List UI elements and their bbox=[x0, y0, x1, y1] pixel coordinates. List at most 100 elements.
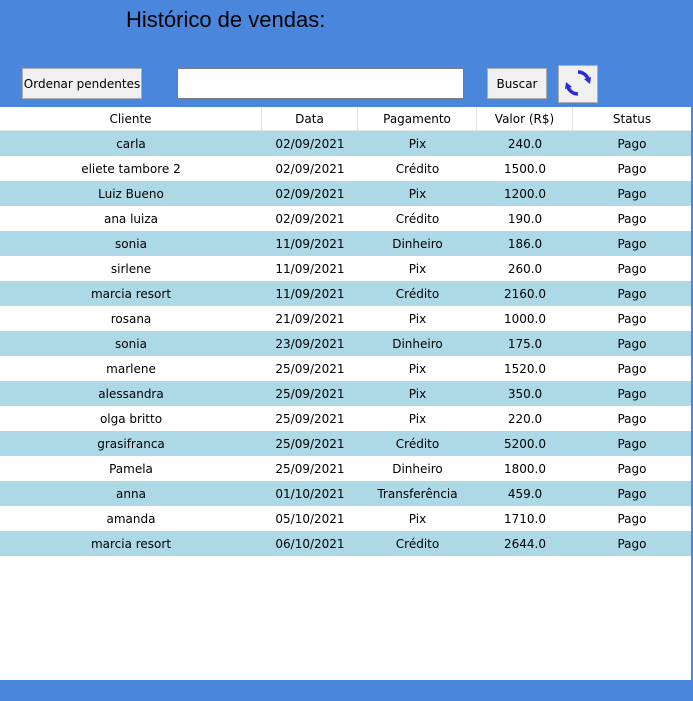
refresh-icon bbox=[563, 68, 593, 101]
cell-data: 02/09/2021 bbox=[275, 136, 345, 151]
table-row[interactable]: carla 02/09/2021 Pix 240.0 Pago bbox=[0, 131, 691, 156]
table-row[interactable]: anna 01/10/2021 Transferência 459.0 Pago bbox=[0, 481, 691, 506]
cell-cliente: Pamela bbox=[109, 461, 153, 476]
column-header-data[interactable]: Data bbox=[262, 107, 358, 130]
cell-cliente: rosana bbox=[110, 311, 152, 326]
cell-valor: 220.0 bbox=[507, 411, 543, 426]
cell-pagamento: Pix bbox=[408, 411, 427, 426]
cell-valor: 2160.0 bbox=[504, 286, 546, 301]
cell-status: Pago bbox=[617, 511, 647, 526]
cell-data: 05/10/2021 bbox=[275, 511, 345, 526]
cell-cliente: olga britto bbox=[99, 411, 163, 426]
column-header-status[interactable]: Status bbox=[573, 107, 691, 130]
table-row[interactable]: olga britto 25/09/2021 Pix 220.0 Pago bbox=[0, 406, 691, 431]
cell-cliente: sonia bbox=[115, 236, 147, 251]
cell-data: 11/09/2021 bbox=[275, 286, 345, 301]
search-button[interactable]: Buscar bbox=[487, 68, 547, 99]
cell-data: 02/09/2021 bbox=[275, 186, 345, 201]
cell-cliente: alessandra bbox=[98, 386, 164, 401]
table-row[interactable]: sonia 11/09/2021 Dinheiro 186.0 Pago bbox=[0, 231, 691, 256]
table-row[interactable]: ana luiza 02/09/2021 Crédito 190.0 Pago bbox=[0, 206, 691, 231]
cell-valor: 459.0 bbox=[507, 486, 543, 501]
column-header-pagamento[interactable]: Pagamento bbox=[358, 107, 477, 130]
cell-cliente: sirlene bbox=[110, 261, 152, 276]
cell-valor: 1200.0 bbox=[504, 186, 546, 201]
cell-status: Pago bbox=[617, 161, 647, 176]
cell-status: Pago bbox=[617, 336, 647, 351]
table-row[interactable]: sirlene 11/09/2021 Pix 260.0 Pago bbox=[0, 256, 691, 281]
cell-data: 21/09/2021 bbox=[275, 311, 345, 326]
cell-valor: 1520.0 bbox=[504, 361, 546, 376]
cell-valor: 240.0 bbox=[507, 136, 543, 151]
cell-status: Pago bbox=[617, 311, 647, 326]
sales-table: Cliente Data Pagamento Valor (R$) Status… bbox=[0, 107, 691, 680]
cell-pagamento: Crédito bbox=[395, 286, 440, 301]
cell-data: 23/09/2021 bbox=[275, 336, 345, 351]
cell-data: 11/09/2021 bbox=[275, 236, 345, 251]
cell-valor: 1000.0 bbox=[504, 311, 546, 326]
cell-status: Pago bbox=[617, 461, 647, 476]
cell-pagamento: Pix bbox=[408, 386, 427, 401]
cell-cliente: Luiz Bueno bbox=[98, 186, 164, 201]
table-row[interactable]: marcia resort 06/10/2021 Crédito 2644.0 Pago bbox=[0, 531, 691, 556]
table-row[interactable]: Luiz Bueno 02/09/2021 Pix 1200.0 Pago bbox=[0, 181, 691, 206]
cell-pagamento: Pix bbox=[408, 186, 427, 201]
cell-valor: 1710.0 bbox=[504, 511, 546, 526]
cell-data: 25/09/2021 bbox=[275, 361, 345, 376]
cell-pagamento: Pix bbox=[408, 511, 427, 526]
table-header: Cliente Data Pagamento Valor (R$) Status bbox=[0, 107, 691, 131]
cell-valor: 1800.0 bbox=[504, 461, 546, 476]
cell-cliente: marlene bbox=[106, 361, 156, 376]
cell-cliente: marcia resort bbox=[90, 286, 172, 301]
table-row[interactable]: marlene 25/09/2021 Pix 1520.0 Pago bbox=[0, 356, 691, 381]
sort-pending-button[interactable]: Ordenar pendentes bbox=[22, 68, 142, 99]
table-row[interactable]: Pamela 25/09/2021 Dinheiro 1800.0 Pago bbox=[0, 456, 691, 481]
table-row[interactable]: amanda 05/10/2021 Pix 1710.0 Pago bbox=[0, 506, 691, 531]
cell-valor: 186.0 bbox=[507, 236, 543, 251]
refresh-button[interactable] bbox=[558, 65, 598, 103]
cell-pagamento: Transferência bbox=[377, 486, 458, 501]
cell-data: 25/09/2021 bbox=[275, 461, 345, 476]
table-row[interactable]: eliete tambore 2 02/09/2021 Crédito 1500.0 P… bbox=[0, 156, 691, 181]
table-row[interactable]: rosana 21/09/2021 Pix 1000.0 Pago bbox=[0, 306, 691, 331]
cell-pagamento: Dinheiro bbox=[392, 461, 443, 476]
table-row[interactable]: alessandra 25/09/2021 Pix 350.0 Pago bbox=[0, 381, 691, 406]
cell-cliente: anna bbox=[116, 486, 146, 501]
cell-valor: 1500.0 bbox=[504, 161, 546, 176]
cell-cliente: carla bbox=[116, 136, 146, 151]
cell-pagamento: Dinheiro bbox=[392, 336, 443, 351]
cell-pagamento: Pix bbox=[408, 136, 427, 151]
cell-valor: 5200.0 bbox=[504, 436, 546, 451]
cell-valor: 260.0 bbox=[507, 261, 543, 276]
cell-status: Pago bbox=[617, 186, 647, 201]
cell-pagamento: Pix bbox=[408, 261, 427, 276]
cell-status: Pago bbox=[617, 386, 647, 401]
column-header-valor[interactable]: Valor (R$) bbox=[477, 107, 573, 130]
cell-status: Pago bbox=[617, 236, 647, 251]
cell-status: Pago bbox=[617, 361, 647, 376]
cell-status: Pago bbox=[617, 436, 647, 451]
cell-data: 06/10/2021 bbox=[275, 536, 345, 551]
cell-status: Pago bbox=[617, 136, 647, 151]
search-input[interactable] bbox=[177, 68, 464, 99]
cell-pagamento: Crédito bbox=[395, 161, 440, 176]
cell-cliente: sonia bbox=[115, 336, 147, 351]
cell-status: Pago bbox=[617, 286, 647, 301]
cell-cliente: amanda bbox=[106, 511, 156, 526]
cell-cliente: grasifranca bbox=[97, 436, 165, 451]
cell-data: 25/09/2021 bbox=[275, 436, 345, 451]
table-row[interactable]: sonia 23/09/2021 Dinheiro 175.0 Pago bbox=[0, 331, 691, 356]
cell-pagamento: Dinheiro bbox=[392, 236, 443, 251]
cell-valor: 190.0 bbox=[507, 211, 543, 226]
page-title: Histórico de vendas: bbox=[126, 7, 326, 32]
table-row[interactable]: grasifranca 25/09/2021 Crédito 5200.0 Pago bbox=[0, 431, 691, 456]
cell-pagamento: Crédito bbox=[395, 536, 440, 551]
cell-cliente: eliete tambore 2 bbox=[81, 161, 181, 176]
table-row[interactable]: marcia resort 11/09/2021 Crédito 2160.0 Pago bbox=[0, 281, 691, 306]
cell-cliente: ana luiza bbox=[103, 211, 159, 226]
column-header-cliente[interactable]: Cliente bbox=[0, 107, 262, 130]
cell-valor: 175.0 bbox=[507, 336, 543, 351]
cell-data: 02/09/2021 bbox=[275, 161, 345, 176]
cell-status: Pago bbox=[617, 211, 647, 226]
cell-pagamento: Pix bbox=[408, 311, 427, 326]
